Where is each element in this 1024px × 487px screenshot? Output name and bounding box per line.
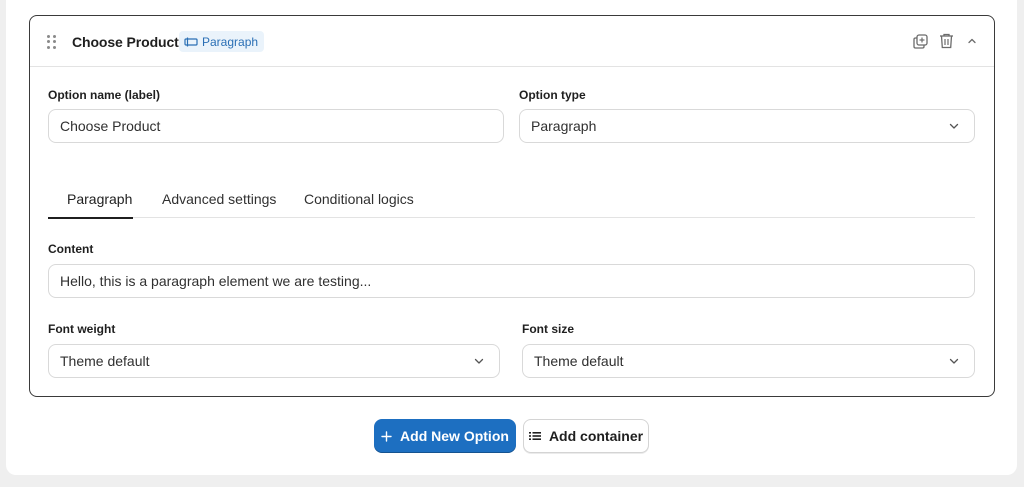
font-weight-value: Theme default (60, 353, 150, 369)
add-new-option-label: Add New Option (400, 428, 509, 444)
trash-icon[interactable] (938, 33, 954, 49)
duplicate-icon[interactable] (912, 33, 928, 49)
tab-conditional-logics[interactable]: Conditional logics (304, 191, 414, 218)
option-type-badge-label: Paragraph (202, 34, 259, 49)
font-weight-select[interactable]: Theme default (48, 344, 500, 378)
tab-paragraph[interactable]: Paragraph (47, 191, 134, 219)
option-name-value: Choose Product (60, 118, 161, 134)
font-size-label: Font size (522, 322, 575, 336)
add-new-option-button[interactable]: Add New Option (374, 419, 516, 453)
add-container-button[interactable]: Add container (523, 419, 649, 453)
content-input[interactable]: Hello, this is a paragraph element we ar… (48, 264, 975, 298)
chevron-down-icon (949, 358, 959, 364)
footer-actions: Add New Option Add container (0, 419, 1024, 453)
option-type-label: Option type (519, 88, 586, 102)
paragraph-icon (184, 37, 198, 46)
list-icon (528, 432, 541, 440)
chevron-up-icon[interactable] (964, 33, 980, 49)
drag-handle-icon[interactable] (47, 35, 57, 49)
plus-icon (381, 430, 392, 442)
option-type-select[interactable]: Paragraph (519, 109, 975, 143)
font-weight-label: Font weight (48, 322, 116, 336)
chevron-down-icon (474, 358, 484, 364)
option-card-header[interactable]: Choose Product Paragraph (30, 16, 994, 67)
chevron-down-icon (949, 123, 959, 129)
option-name-label: Option name (label) (48, 88, 161, 102)
header-actions (912, 33, 980, 49)
option-card: Choose Product Paragraph Option name (la… (29, 15, 995, 397)
font-size-select[interactable]: Theme default (522, 344, 975, 378)
page-surface: Choose Product Paragraph Option name (la… (6, 0, 1017, 475)
option-name-input[interactable]: Choose Product (48, 109, 504, 143)
settings-tabs: Paragraph Advanced settings Conditional … (47, 182, 975, 219)
option-type-badge: Paragraph (179, 31, 265, 52)
content-value: Hello, this is a paragraph element we ar… (60, 273, 372, 289)
option-type-value: Paragraph (531, 118, 597, 134)
add-container-label: Add container (548, 428, 644, 444)
option-title: Choose Product (72, 34, 179, 50)
tab-advanced-settings[interactable]: Advanced settings (162, 191, 276, 218)
content-label: Content (48, 242, 94, 256)
font-size-value: Theme default (534, 353, 624, 369)
